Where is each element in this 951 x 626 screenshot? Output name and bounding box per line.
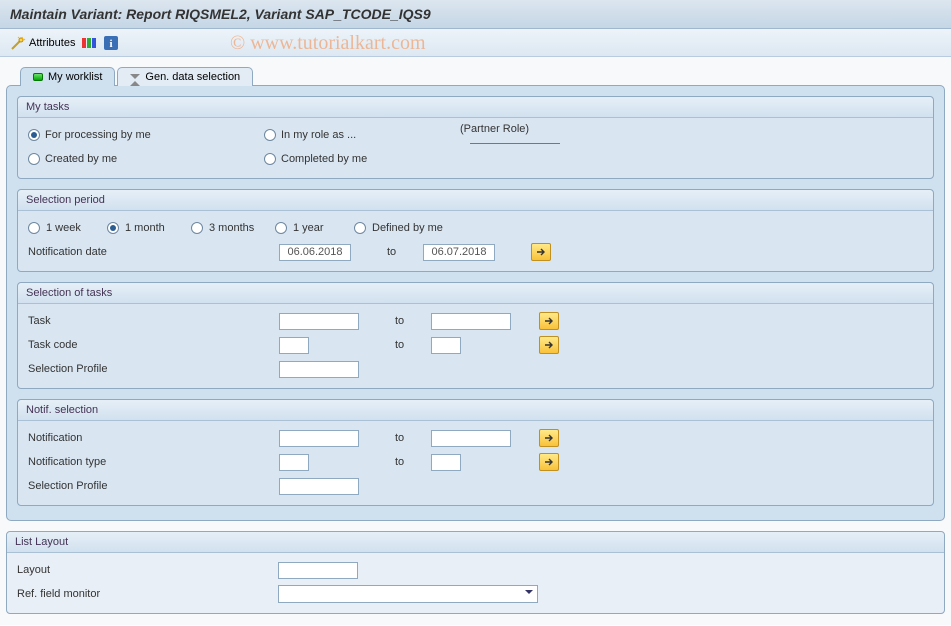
tab-my-worklist-label: My worklist bbox=[48, 71, 102, 83]
lbl-to-task: to bbox=[395, 315, 425, 327]
lbl-1-year: 1 year bbox=[293, 222, 348, 234]
arrow-right-icon bbox=[544, 340, 554, 350]
partner-role-field[interactable] bbox=[470, 143, 560, 144]
group-list-layout: List Layout Layout Ref. field monitor bbox=[6, 531, 945, 614]
lbl-notification: Notification bbox=[28, 432, 273, 444]
notif-type-to-input[interactable] bbox=[431, 454, 461, 471]
lbl-ref-monitor: Ref. field monitor bbox=[17, 588, 272, 600]
multi-select-period-button[interactable] bbox=[531, 243, 551, 261]
lbl-1-week: 1 week bbox=[46, 222, 101, 234]
group-title-layout: List Layout bbox=[7, 532, 944, 553]
lbl-for-processing: For processing by me bbox=[45, 129, 151, 141]
arrow-right-icon bbox=[536, 247, 546, 257]
chevron-down-icon bbox=[525, 590, 533, 598]
notification-to-input[interactable] bbox=[431, 430, 511, 447]
group-title-my-tasks: My tasks bbox=[18, 97, 933, 118]
arrow-right-icon bbox=[544, 316, 554, 326]
led-green-icon bbox=[33, 73, 43, 81]
tab-gen-data-selection[interactable]: Gen. data selection bbox=[117, 67, 253, 86]
lbl-to-notiftype: to bbox=[395, 456, 425, 468]
sel-profile-notif-input[interactable] bbox=[279, 478, 359, 495]
radio-1-year[interactable] bbox=[275, 222, 287, 234]
group-selection-tasks: Selection of tasks Task to Task code to bbox=[17, 282, 934, 389]
radio-completed-by-me[interactable] bbox=[264, 153, 276, 165]
group-my-tasks: My tasks For processing by me In my role… bbox=[17, 96, 934, 179]
ref-monitor-select[interactable] bbox=[278, 585, 538, 603]
task-to-input[interactable] bbox=[431, 313, 511, 330]
tab-my-worklist[interactable]: My worklist bbox=[20, 67, 115, 86]
radio-in-my-role[interactable] bbox=[264, 129, 276, 141]
layout-input[interactable] bbox=[278, 562, 358, 579]
arrow-right-icon bbox=[544, 433, 554, 443]
multi-select-notif-button[interactable] bbox=[539, 429, 559, 447]
wand-icon bbox=[10, 35, 26, 51]
multi-select-taskcode-button[interactable] bbox=[539, 336, 559, 354]
radio-1-month[interactable] bbox=[107, 222, 119, 234]
lbl-notif-type: Notification type bbox=[28, 456, 273, 468]
lbl-defined-by-me: Defined by me bbox=[372, 222, 443, 234]
lbl-1-month: 1 month bbox=[125, 222, 185, 234]
radio-for-processing[interactable] bbox=[28, 129, 40, 141]
group-title-period: Selection period bbox=[18, 190, 933, 211]
notif-type-from-input[interactable] bbox=[279, 454, 309, 471]
radio-defined-by-me[interactable] bbox=[354, 222, 366, 234]
lbl-sel-profile-notif: Selection Profile bbox=[28, 480, 273, 492]
tab-panel-worklist: My tasks For processing by me In my role… bbox=[6, 85, 945, 521]
screen-vars-icon[interactable] bbox=[81, 35, 97, 51]
sel-profile-tasks-input[interactable] bbox=[279, 361, 359, 378]
notification-from-input[interactable] bbox=[279, 430, 359, 447]
lbl-to-taskcode: to bbox=[395, 339, 425, 351]
lbl-to-notif: to bbox=[395, 432, 425, 444]
radio-1-week[interactable] bbox=[28, 222, 40, 234]
attributes-button[interactable]: Attributes bbox=[10, 35, 75, 51]
multi-select-notiftype-button[interactable] bbox=[539, 453, 559, 471]
app-toolbar: Attributes i bbox=[0, 29, 951, 57]
lbl-partner-role: (Partner Role) bbox=[460, 123, 529, 135]
task-code-to-input[interactable] bbox=[431, 337, 461, 354]
diamond-icon bbox=[130, 73, 140, 81]
group-title-notifsel: Notif. selection bbox=[18, 400, 933, 421]
notif-date-from-input[interactable] bbox=[279, 244, 351, 261]
task-from-input[interactable] bbox=[279, 313, 359, 330]
group-selection-period: Selection period 1 week 1 month 3 months… bbox=[17, 189, 934, 272]
task-code-from-input[interactable] bbox=[279, 337, 309, 354]
lbl-task: Task bbox=[28, 315, 273, 327]
lbl-completed-by-me: Completed by me bbox=[281, 153, 367, 165]
lbl-3-months: 3 months bbox=[209, 222, 269, 234]
radio-created-by-me[interactable] bbox=[28, 153, 40, 165]
radio-3-months[interactable] bbox=[191, 222, 203, 234]
group-title-seltasks: Selection of tasks bbox=[18, 283, 933, 304]
lbl-in-my-role: In my role as ... bbox=[281, 129, 356, 141]
svg-text:i: i bbox=[110, 38, 113, 50]
page-title: Maintain Variant: Report RIQSMEL2, Varia… bbox=[0, 0, 951, 29]
notif-date-to-input[interactable] bbox=[423, 244, 495, 261]
lbl-created-by-me: Created by me bbox=[45, 153, 117, 165]
lbl-to-period: to bbox=[387, 246, 417, 258]
attributes-label: Attributes bbox=[29, 37, 75, 49]
lbl-task-code: Task code bbox=[28, 339, 273, 351]
group-notif-selection: Notif. selection Notification to Notific… bbox=[17, 399, 934, 506]
arrow-right-icon bbox=[544, 457, 554, 467]
tab-gen-data-label: Gen. data selection bbox=[145, 71, 240, 83]
lbl-notif-date: Notification date bbox=[28, 246, 273, 258]
multi-select-task-button[interactable] bbox=[539, 312, 559, 330]
info-icon[interactable]: i bbox=[103, 35, 119, 51]
lbl-sel-profile-tasks: Selection Profile bbox=[28, 363, 273, 375]
lbl-layout: Layout bbox=[17, 564, 272, 576]
